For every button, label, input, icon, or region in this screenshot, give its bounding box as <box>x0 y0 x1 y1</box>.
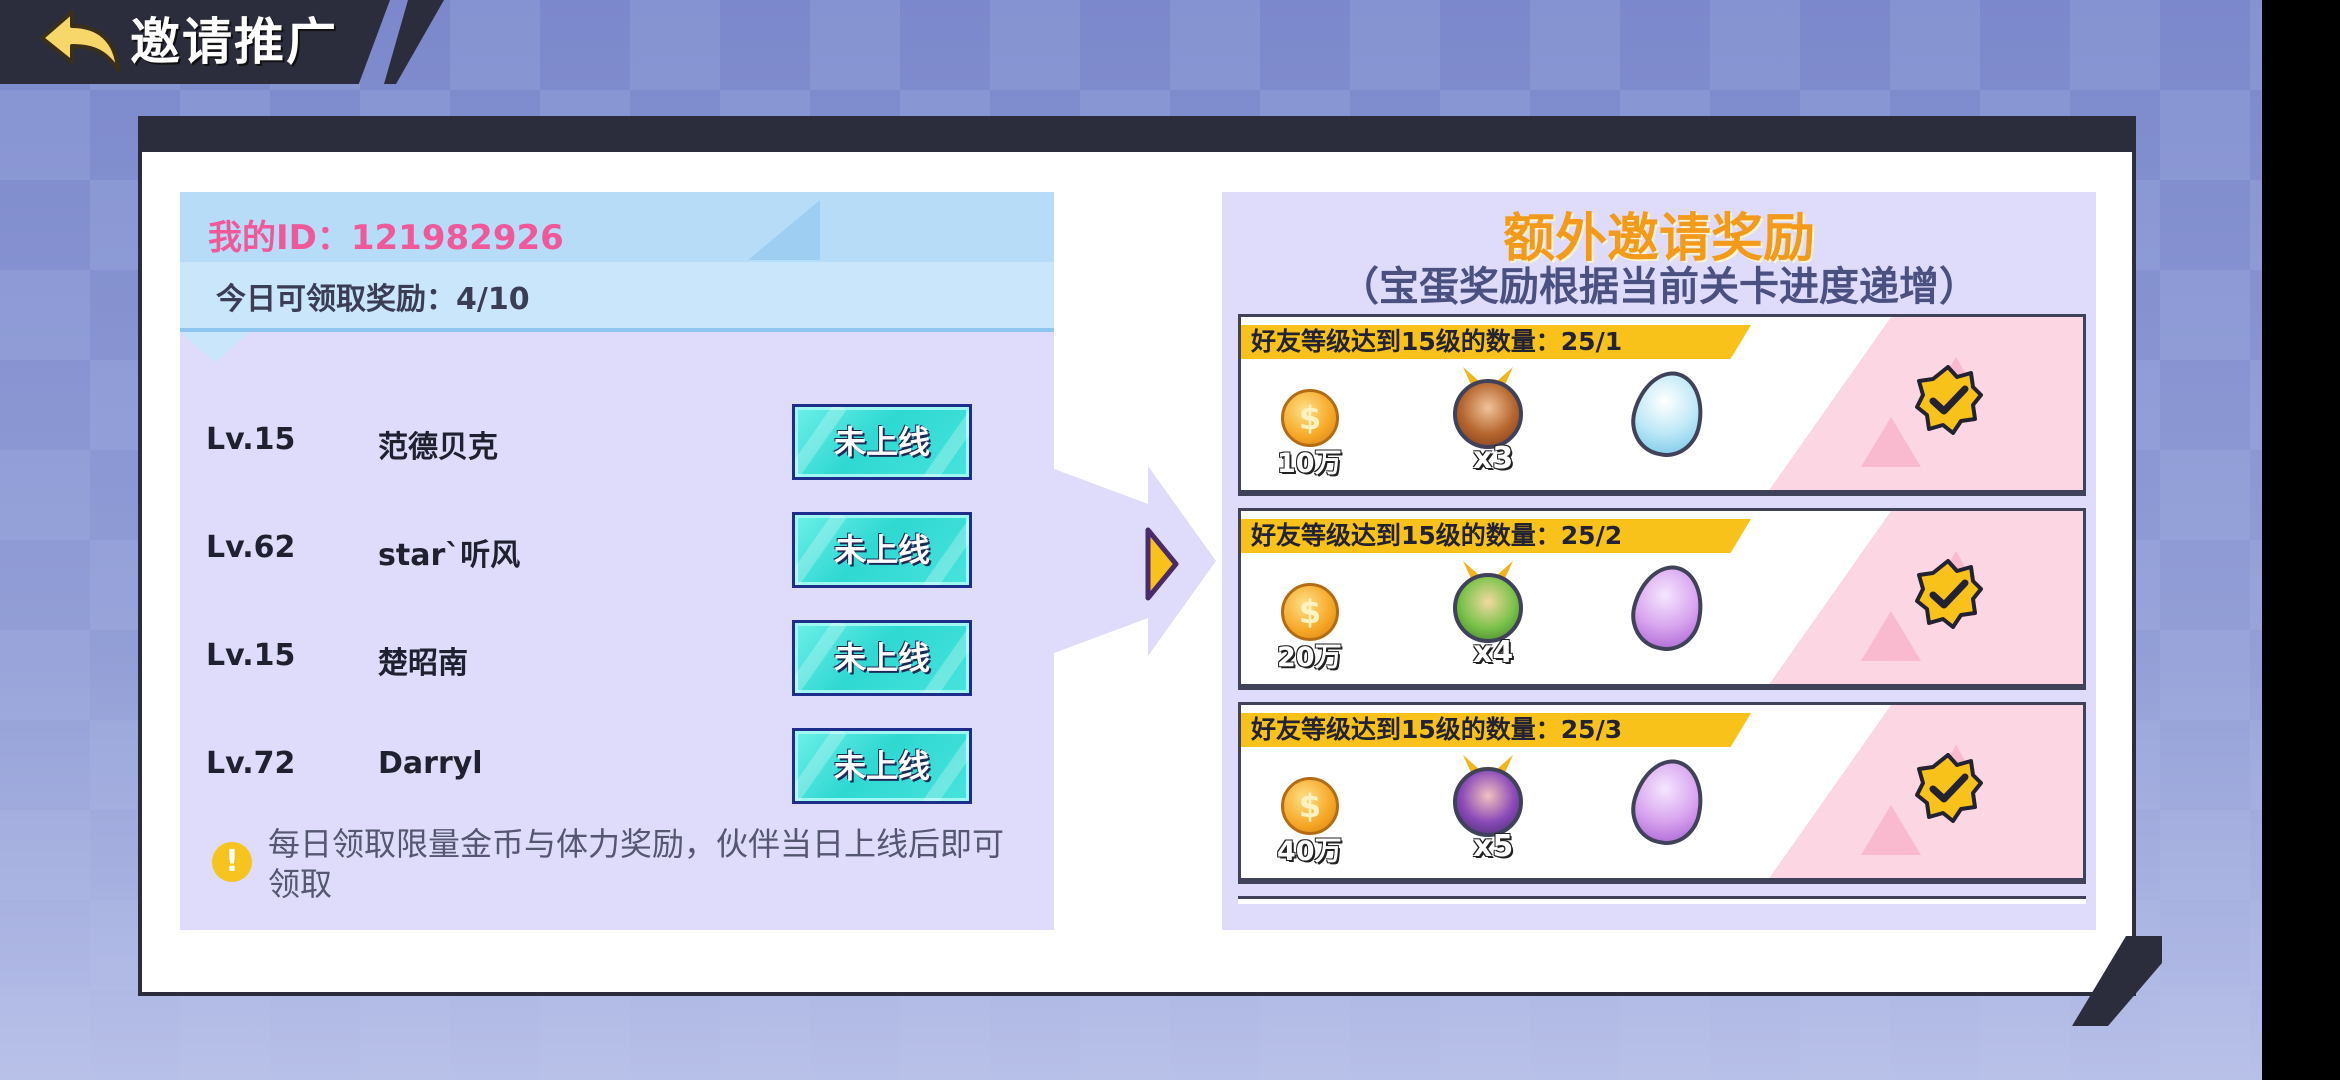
reward-card: 好友等级达到15级的数量：25/2 $ 20万 x4 <box>1238 508 2086 690</box>
egg-icon <box>1623 557 1713 659</box>
gold-coin-icon: $ <box>1281 389 1339 447</box>
reward-card: 好友等级达到15级的数量：25/1 $ 10万 x3 <box>1238 314 2086 496</box>
friend-level: Lv.15 <box>206 638 296 673</box>
exclamation-icon: ! <box>212 842 252 882</box>
friend-name: 范德贝克 <box>378 430 498 465</box>
gold-coin-icon: $ <box>1281 583 1339 641</box>
play-arrow-icon <box>1145 527 1179 601</box>
friend-level: Lv.62 <box>206 530 296 565</box>
friend-status-button[interactable]: 未上线 <box>792 512 972 588</box>
my-id-text: 我的ID：121982926 <box>208 218 564 258</box>
friend-row: Lv.15 范德贝克 未上线 <box>180 402 1054 482</box>
egg-icon <box>1623 363 1713 465</box>
coin-amount: 20万 <box>1277 642 1342 673</box>
friend-status-label: 未上线 <box>833 531 930 569</box>
reward-condition: 好友等级达到15级的数量：25/3 <box>1251 715 1623 744</box>
hero-count: x3 <box>1473 441 1514 476</box>
friend-row: Lv.15 楚昭南 未上线 <box>180 618 1054 698</box>
friend-status-label: 未上线 <box>833 639 930 677</box>
egg-icon <box>1623 751 1713 853</box>
friend-list-panel: 我的ID：121982926 今日可领取奖励：4/10 Lv.15 范德贝克 未… <box>180 192 1054 930</box>
claimed-check-icon <box>1915 753 1983 823</box>
note-text: 每日领取限量金币与体力奖励，伙伴当日上线后即可领取 <box>268 825 1005 903</box>
hero-avatar-icon <box>1453 573 1523 643</box>
friend-name: 楚昭南 <box>378 646 468 681</box>
page-title: 邀请推广 <box>130 13 338 71</box>
friend-status-button[interactable]: 未上线 <box>792 728 972 804</box>
reward-condition: 好友等级达到15级的数量：25/2 <box>1251 521 1623 550</box>
friend-row: Lv.62 star`听风 未上线 <box>180 510 1054 590</box>
extra-reward-panel: 额外邀请奖励 （宝蛋奖励根据当前关卡进度递增） 好友等级达到15级的数量：25/… <box>1222 192 2096 930</box>
id-box: 我的ID：121982926 今日可领取奖励：4/10 <box>180 192 1054 332</box>
friend-status-button[interactable]: 未上线 <box>792 620 972 696</box>
hero-avatar-icon <box>1453 767 1523 837</box>
next-card-edge <box>1238 896 2086 904</box>
coin-amount: 40万 <box>1277 836 1342 867</box>
claimed-check-icon <box>1915 559 1983 629</box>
friend-status-button[interactable]: 未上线 <box>792 404 972 480</box>
extra-reward-subtitle: （宝蛋奖励根据当前关卡进度递增） <box>1339 264 1979 310</box>
friend-level: Lv.72 <box>206 746 296 781</box>
friend-status-label: 未上线 <box>833 423 930 461</box>
screen-edge <box>2262 0 2340 1080</box>
gold-coin-icon: $ <box>1281 777 1339 835</box>
friend-row: Lv.72 Darryl 未上线 <box>180 726 1054 806</box>
hero-avatar-icon <box>1453 379 1523 449</box>
id-box-notch <box>180 332 250 362</box>
friend-level: Lv.15 <box>206 422 296 457</box>
friend-status-label: 未上线 <box>833 747 930 785</box>
today-reward-text: 今日可领取奖励：4/10 <box>216 282 530 317</box>
back-arrow-icon[interactable] <box>36 8 122 74</box>
friend-name: Darryl <box>378 746 483 781</box>
hero-count: x4 <box>1473 635 1514 670</box>
coin-amount: 10万 <box>1277 448 1342 479</box>
friend-name: star`听风 <box>378 538 521 573</box>
claimed-check-icon <box>1915 365 1983 435</box>
hero-count: x5 <box>1473 829 1514 864</box>
reward-card: 好友等级达到15级的数量：25/3 $ 40万 x5 <box>1238 702 2086 884</box>
reward-condition: 好友等级达到15级的数量：25/1 <box>1251 327 1623 356</box>
